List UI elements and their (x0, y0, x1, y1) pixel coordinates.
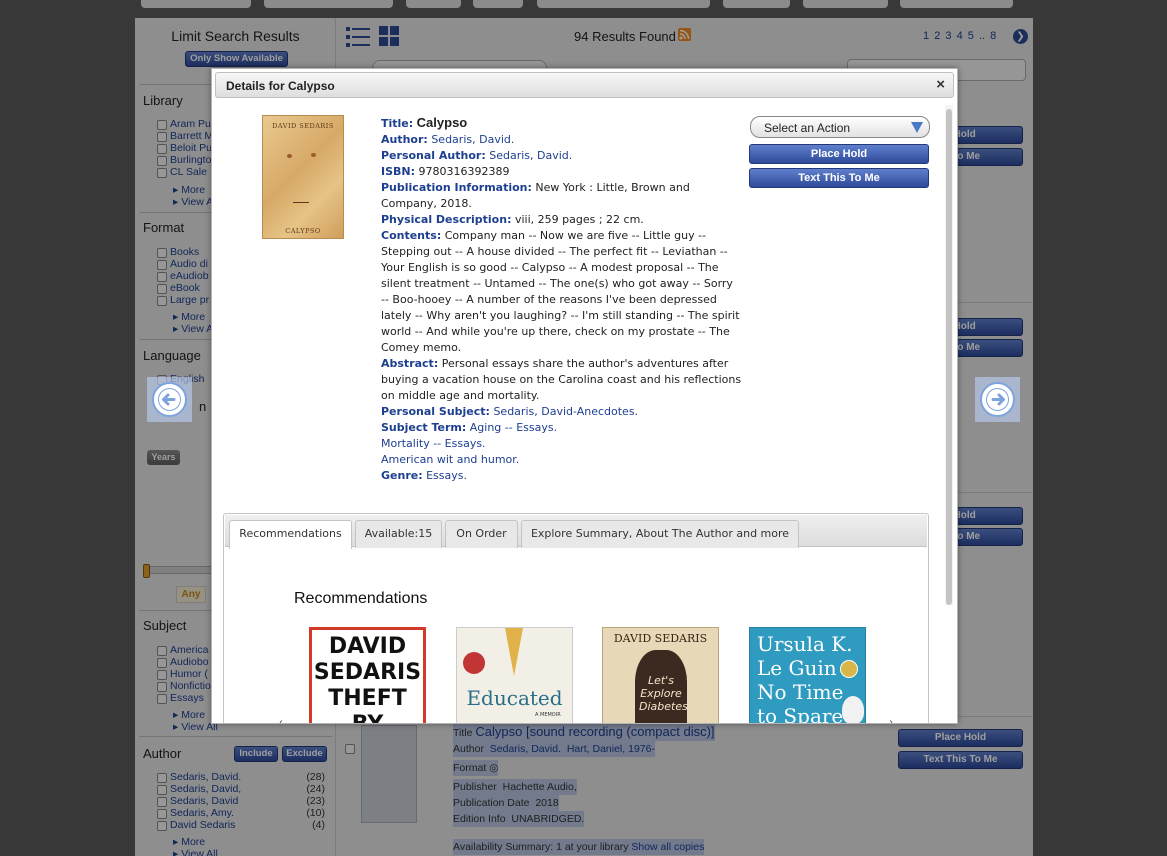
rec-cover-line: DAVID SEDARIS (613, 632, 708, 645)
personal-subject-row: Personal Subject: Sedaris, David-Anecdot… (381, 404, 749, 420)
pubinfo-value: Company, 2018. (381, 197, 472, 210)
contents-line: Company man -- Now we are five -- Little… (444, 229, 707, 242)
abstract-line: on middle age and mortality. (381, 389, 540, 402)
personal-author-label: Personal Author: (381, 149, 486, 162)
author-link[interactable]: Sedaris, David. (431, 133, 514, 146)
bibliographic-details: Title: Calypso Author: Sedaris, David. P… (381, 115, 749, 484)
select-action-dropdown[interactable]: Select an Action (750, 116, 930, 138)
recommendation-cover[interactable]: Educated A MEMOIR (456, 627, 573, 723)
tab-available[interactable]: Available:15 (355, 520, 442, 548)
publication-info-row: Publication Information: New York : Litt… (381, 180, 749, 212)
contents-line: lately -- Why aren't you laughing? -- I'… (381, 309, 740, 322)
rec-cover-line: Let's (648, 674, 674, 687)
pubinfo-label: Publication Information: (381, 181, 532, 194)
cover-eye (287, 154, 292, 158)
abstract-line: buying a vacation house on the Carolina … (381, 373, 742, 386)
rec-badge-icon (463, 652, 485, 674)
author-label: Author: (381, 133, 428, 146)
rec-cover-line: No Time (757, 680, 844, 704)
abstract-row: Abstract: Personal essays share the auth… (381, 356, 749, 404)
personal-author-row: Personal Author: Sedaris, David. (381, 148, 749, 164)
modal-scrollbar-thumb[interactable] (946, 109, 952, 605)
dropdown-arrow-icon (911, 122, 923, 133)
cover-author: DAVID SEDARIS (272, 122, 334, 130)
rec-cover-line: SEDARIS (313, 660, 422, 685)
subject-term-row: Subject Term: Aging -- Essays. (381, 420, 749, 436)
place-hold-button[interactable]: Place Hold (749, 144, 929, 164)
rec-cover-line: to Spare (757, 704, 844, 724)
title-value: Calypso (416, 115, 468, 130)
personal-subject-label: Personal Subject: (381, 405, 490, 418)
genre-row: Genre: Essays. (381, 468, 749, 484)
subject-term-row: Mortality -- Essays. (381, 436, 749, 452)
next-record-button[interactable] (975, 377, 1020, 422)
cover-mouth (293, 202, 309, 203)
modal-header: Details for Calypso × (215, 72, 954, 98)
personal-author-link[interactable]: Sedaris, David. (489, 149, 572, 162)
pubinfo-value: New York : Little, Brown and (535, 181, 690, 194)
genre-label: Genre: (381, 469, 423, 482)
author-row: Author: Sedaris, David. (381, 132, 749, 148)
contents-line: Comey memo. (381, 341, 462, 354)
genre-link[interactable]: Essays. (426, 469, 467, 482)
rec-cover-line: Diabetes (639, 700, 688, 713)
rec-cover-text: Ursula K. Le Guin No Time to Spare (757, 632, 853, 724)
contents-line: -- Boo-hooey -- A number of the reasons … (381, 293, 717, 306)
carousel-next-icon[interactable]: › (889, 717, 893, 723)
tabs-bar: Recommendations Available:15 On Order Ex… (225, 515, 927, 549)
isbn-row: ISBN: 9780316392389 (381, 164, 749, 180)
rec-cover-line: Educated (466, 686, 563, 710)
carousel-prev-icon[interactable]: ‹ (279, 717, 283, 723)
contents-label: Contents: (381, 229, 442, 242)
rec-cover-text: Let's Explore Diabetes (639, 674, 688, 713)
physdesc-value: viii, 259 pages ; 22 cm. (514, 213, 644, 226)
cover-title: CALYPSO (285, 227, 321, 235)
physdesc-label: Physical Description: (381, 213, 512, 226)
rec-cover-line: THEFT BY (328, 686, 407, 723)
title-label: Title: (381, 117, 414, 130)
rec-cover-line: Explore (640, 687, 682, 700)
abstract-label: Abstract: (381, 357, 439, 370)
close-icon[interactable]: × (936, 76, 945, 93)
recommendation-cover[interactable]: DAVID SEDARIS Let's Explore Diabetes (602, 627, 719, 723)
recommendation-cover[interactable]: DAVID SEDARIS THEFT BY (309, 627, 426, 723)
subject-term-link[interactable]: American wit and humor. (381, 453, 519, 466)
tab-on-order[interactable]: On Order (445, 520, 518, 548)
subject-term-link[interactable]: Aging -- Essays. (470, 421, 557, 434)
isbn-label: ISBN: (381, 165, 416, 178)
rec-leaf-graphic (842, 696, 864, 723)
contents-line: Your English is so good -- Calypso -- A … (381, 261, 719, 274)
isbn-value: 9780316392389 (418, 165, 510, 178)
modal-title: Details for Calypso (226, 79, 335, 93)
award-seal-icon (840, 660, 858, 678)
subject-term-row: American wit and humor. (381, 452, 749, 468)
rec-cover-line: Ursula K. (757, 632, 853, 656)
cover-eye (311, 153, 316, 157)
contents-row: Contents: Company man -- Now we are five… (381, 228, 749, 356)
recommendations-heading: Recommendations (294, 590, 428, 607)
physical-description-row: Physical Description: viii, 259 pages ; … (381, 212, 749, 228)
subject-term-label: Subject Term: (381, 421, 467, 434)
rec-pencil-graphic (505, 628, 523, 676)
text-this-to-me-button[interactable]: Text This To Me (749, 168, 929, 188)
abstract-line: Personal essays share the author's adven… (441, 357, 729, 370)
tab-recommendations[interactable]: Recommendations (229, 520, 352, 549)
book-cover-image[interactable]: DAVID SEDARIS CALYPSO (262, 115, 344, 239)
rec-cover-line: Le Guin (757, 656, 837, 680)
previous-record-button[interactable] (147, 377, 192, 422)
select-action-label: Select an Action (764, 121, 851, 135)
rec-cover-text: DAVID SEDARIS THEFT BY (312, 634, 423, 723)
rec-cover-line: A MEMOIR (535, 712, 561, 718)
details-modal: Details for Calypso × DAVID SEDARIS CALY… (211, 68, 958, 724)
personal-subject-link[interactable]: Sedaris, David-Anecdotes. (493, 405, 638, 418)
contents-line: world -- And while you're up there, chec… (381, 325, 730, 338)
contents-line: silent treatment -- Untamed -- The one(s… (381, 277, 733, 290)
rec-cover-line: DAVID (328, 634, 407, 659)
title-row: Title: Calypso (381, 115, 749, 132)
recommendation-cover[interactable]: Ursula K. Le Guin No Time to Spare (749, 627, 866, 724)
tab-explore-summary[interactable]: Explore Summary, About The Author and mo… (521, 520, 799, 548)
subject-term-link[interactable]: Mortality -- Essays. (381, 437, 486, 450)
contents-line: Stepping out -- A house divided -- The p… (381, 245, 728, 258)
